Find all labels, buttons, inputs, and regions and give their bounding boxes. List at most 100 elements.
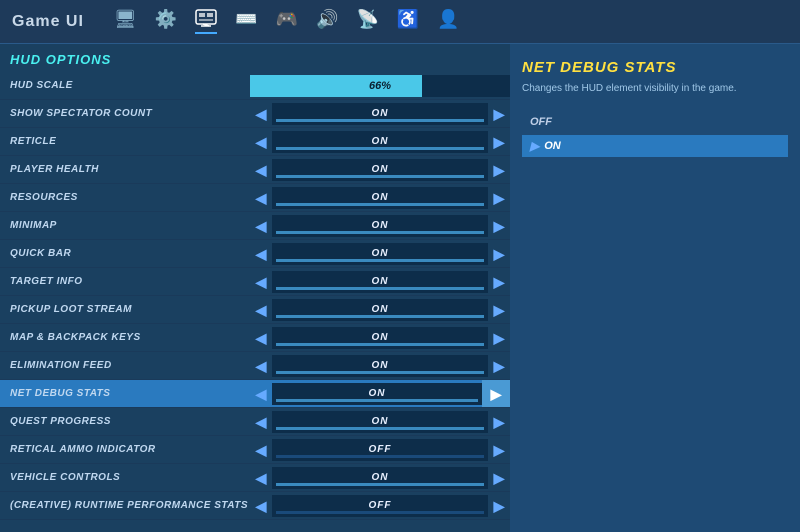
- settings-row[interactable]: NET DEBUG STATS◀ ON ▶: [0, 380, 510, 408]
- right-arrow-btn[interactable]: ▶: [488, 212, 510, 240]
- settings-row[interactable]: (CREATIVE) RUNTIME PERFORMANCE STATS◀OFF…: [0, 492, 510, 520]
- value-box: ON: [272, 411, 488, 433]
- hud-scale-label: HUD SCALE: [0, 80, 250, 91]
- settings-row[interactable]: RETICLE◀ON▶: [0, 128, 510, 156]
- value-text: ON: [372, 304, 389, 315]
- value-text: ON: [372, 416, 389, 427]
- row-control: ◀ON▶: [250, 240, 510, 267]
- right-arrow-btn[interactable]: ▶: [482, 380, 510, 407]
- right-arrow-btn[interactable]: ▶: [488, 296, 510, 324]
- left-arrow-btn[interactable]: ◀: [250, 436, 272, 464]
- left-panel: HUD OPTIONS HUD SCALE 66% SHOW SPECTATOR…: [0, 44, 510, 532]
- left-arrow-btn[interactable]: ◀: [250, 212, 272, 240]
- row-control: ◀ON▶: [250, 464, 510, 491]
- option-arrow-icon: ▶: [530, 139, 539, 153]
- settings-row[interactable]: SHOW SPECTATOR COUNT◀ON▶: [0, 100, 510, 128]
- settings-row[interactable]: PLAYER HEALTH◀ ON ▶: [0, 156, 510, 184]
- left-arrow-btn[interactable]: ◀: [250, 492, 272, 520]
- right-panel: NET DEBUG STATS Changes the HUD element …: [510, 44, 800, 532]
- option-label: OFF: [530, 116, 552, 128]
- settings-row[interactable]: RETICAL AMMO INDICATOR◀OFF▶: [0, 436, 510, 464]
- hud-scale-value: 66%: [250, 80, 510, 92]
- nav-icon-monitor[interactable]: 🖥: [114, 9, 137, 34]
- value-text: ON: [372, 220, 389, 231]
- right-arrow-btn[interactable]: ▶: [488, 156, 510, 184]
- value-text: ON: [372, 136, 389, 147]
- row-label: QUEST PROGRESS: [0, 416, 250, 427]
- left-arrow-btn[interactable]: ◀: [250, 128, 272, 156]
- settings-row[interactable]: MINIMAP◀ON▶: [0, 212, 510, 240]
- row-label: NET DEBUG STATS: [0, 388, 250, 399]
- value-text: ON: [372, 192, 389, 203]
- right-arrow-btn[interactable]: ▶: [488, 324, 510, 352]
- left-arrow-btn[interactable]: ◀: [250, 100, 272, 128]
- detail-title: NET DEBUG STATS: [522, 59, 788, 76]
- left-arrow-btn[interactable]: ◀: [250, 296, 272, 324]
- value-text: OFF: [369, 500, 392, 511]
- settings-row[interactable]: RESOURCES◀ON▶: [0, 184, 510, 212]
- value-box: ON: [272, 299, 488, 321]
- right-arrow-btn[interactable]: ▶: [488, 184, 510, 212]
- option-item[interactable]: ▶ ON: [522, 135, 788, 157]
- nav-title: Game UI: [12, 13, 84, 31]
- nav-icon-keyboard[interactable]: ⌨️: [235, 9, 257, 34]
- right-arrow-btn[interactable]: ▶: [488, 268, 510, 296]
- left-arrow-btn[interactable]: ◀: [250, 352, 272, 380]
- row-control: ◀ OFF ▶: [250, 492, 510, 519]
- value-box: ON: [272, 271, 488, 293]
- right-arrow-btn[interactable]: ▶: [488, 100, 510, 128]
- row-label: MAP & BACKPACK KEYS: [0, 332, 250, 343]
- row-control: ◀ON▶: [250, 324, 510, 351]
- right-arrow-btn[interactable]: ▶: [488, 436, 510, 464]
- right-arrow-btn[interactable]: ▶: [488, 128, 510, 156]
- value-box: ON: [272, 467, 488, 489]
- hud-scale-slider[interactable]: 66%: [250, 75, 510, 97]
- value-text: OFF: [369, 444, 392, 455]
- left-arrow-btn[interactable]: ◀: [250, 324, 272, 352]
- settings-row[interactable]: QUICK BAR◀ON▶: [0, 240, 510, 268]
- value-box: ON: [272, 159, 488, 181]
- nav-icon-gameui[interactable]: [195, 9, 217, 34]
- left-arrow-btn[interactable]: ◀: [250, 380, 272, 408]
- left-arrow-btn[interactable]: ◀: [250, 408, 272, 436]
- option-label: ON: [544, 140, 561, 152]
- left-arrow-btn[interactable]: ◀: [250, 184, 272, 212]
- main-container: HUD OPTIONS HUD SCALE 66% SHOW SPECTATOR…: [0, 44, 800, 532]
- value-text: ON: [372, 276, 389, 287]
- left-arrow-btn[interactable]: ◀: [250, 240, 272, 268]
- nav-icon-audio[interactable]: 🔊: [316, 9, 338, 34]
- row-label: PLAYER HEALTH: [0, 164, 250, 175]
- nav-icon-settings[interactable]: ⚙️: [155, 9, 177, 34]
- row-control: ◀ ON ▶: [250, 100, 510, 127]
- settings-row[interactable]: VEHICLE CONTROLS◀ON▶: [0, 464, 510, 492]
- settings-row[interactable]: MAP & BACKPACK KEYS◀ON▶: [0, 324, 510, 352]
- value-box: OFF: [272, 495, 488, 517]
- settings-row[interactable]: ELIMINATION FEED◀ON▶: [0, 352, 510, 380]
- value-text: ON: [369, 388, 386, 399]
- right-arrow-btn[interactable]: ▶: [488, 240, 510, 268]
- left-arrow-btn[interactable]: ◀: [250, 156, 272, 184]
- nav-icon-accessibility[interactable]: ♿: [397, 9, 419, 34]
- right-arrow-btn[interactable]: ▶: [488, 492, 510, 520]
- nav-icon-controller[interactable]: 🎮: [276, 9, 298, 34]
- value-box: ON: [272, 243, 488, 265]
- settings-row[interactable]: PICKUP LOOT STREAM◀ON▶: [0, 296, 510, 324]
- settings-row[interactable]: QUEST PROGRESS◀ ON ▶: [0, 408, 510, 436]
- value-text: ON: [372, 164, 389, 175]
- option-item[interactable]: OFF: [522, 112, 788, 132]
- section-title: HUD OPTIONS: [0, 44, 510, 72]
- nav-icon-account[interactable]: 👤: [437, 9, 459, 34]
- left-arrow-btn[interactable]: ◀: [250, 464, 272, 492]
- row-control: ◀ ON ▶: [250, 184, 510, 211]
- nav-icon-network[interactable]: 📡: [356, 9, 378, 34]
- left-arrow-btn[interactable]: ◀: [250, 268, 272, 296]
- settings-row[interactable]: TARGET INFO◀ON▶: [0, 268, 510, 296]
- right-arrow-btn[interactable]: ▶: [488, 352, 510, 380]
- hud-scale-slider-container[interactable]: 66%: [250, 72, 510, 99]
- row-label: ELIMINATION FEED: [0, 360, 250, 371]
- right-arrow-btn[interactable]: ▶: [488, 464, 510, 492]
- right-arrow-btn[interactable]: ▶: [488, 408, 510, 436]
- row-control: ◀ ON ▶: [250, 408, 510, 435]
- value-text: ON: [372, 108, 389, 119]
- value-box: ON: [272, 327, 488, 349]
